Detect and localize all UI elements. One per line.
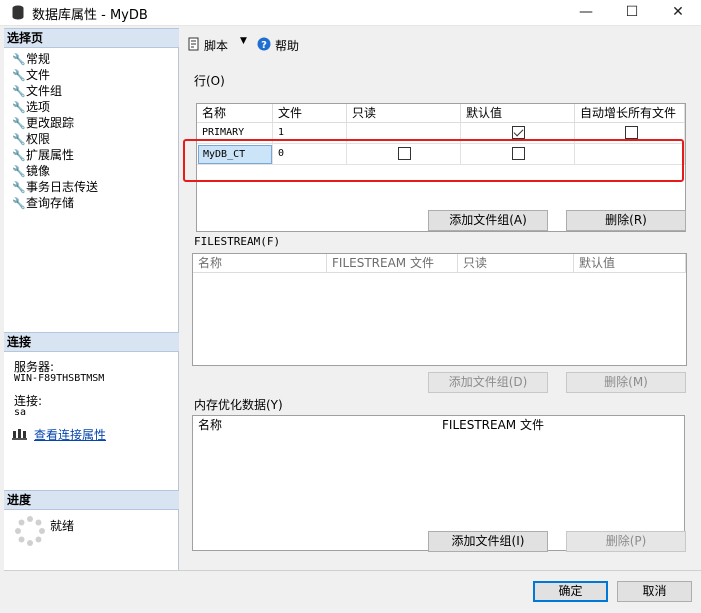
dialog-footer: 确定 取消 — [4, 570, 701, 613]
memory-add-filegroup-button[interactable]: 添加文件组(I) — [428, 531, 548, 552]
progress-status: 就绪 — [50, 519, 75, 533]
page-item-label: 查询存储 — [26, 196, 75, 210]
progress-spinner-icon — [15, 516, 45, 546]
rows-section-label: 行(O) — [194, 74, 225, 88]
rows-col-default[interactable]: 默认值 — [461, 104, 575, 123]
memory-col-files[interactable]: FILESTREAM 文件 — [437, 416, 684, 435]
wrench-icon: 🔧 — [12, 149, 26, 162]
rows-add-filegroup-button[interactable]: 添加文件组(A) — [428, 210, 548, 231]
svg-text:?: ? — [261, 40, 267, 51]
row-primary-autogrow-checkbox[interactable] — [625, 126, 638, 139]
page-item[interactable]: 🔧扩展属性 — [12, 147, 74, 163]
filestream-section-label: FILESTREAM(F) — [194, 235, 281, 248]
cancel-button[interactable]: 取消 — [617, 581, 692, 602]
maximize-button[interactable]: ☐ — [609, 0, 655, 26]
page-item[interactable]: 🔧常规 — [12, 51, 50, 67]
row-primary-default-checkbox[interactable] — [512, 126, 525, 139]
memory-col-name[interactable]: 名称 — [193, 416, 437, 435]
highlight-annotation — [183, 139, 684, 182]
filestream-add-filegroup-button[interactable]: 添加文件组(D) — [428, 372, 548, 393]
help-icon: ? — [257, 37, 271, 51]
page-item[interactable]: 🔧权限 — [12, 131, 50, 147]
wrench-icon: 🔧 — [12, 117, 26, 130]
memory-section-label: 内存优化数据(Y) — [194, 398, 283, 412]
filestream-col-files[interactable]: FILESTREAM 文件 — [327, 254, 458, 273]
server-value: WIN-F89THSBTMSM — [14, 373, 105, 384]
connection-properties-icon — [12, 429, 27, 440]
wrench-icon: 🔧 — [12, 165, 26, 178]
page-item[interactable]: 🔧事务日志传送 — [12, 179, 98, 195]
page-item-label: 事务日志传送 — [26, 180, 99, 194]
progress-header: 进度 — [4, 490, 179, 510]
content-pane: 脚本 ▼ ? 帮助 行(O) 名称 文件 只读 默认值 自动增长所有文件 PRI… — [180, 28, 701, 570]
page-item[interactable]: 🔧文件 — [12, 67, 50, 83]
left-pane: 选择页 🔧常规 🔧文件 🔧文件组 🔧选项 🔧更改跟踪 🔧权限 🔧扩展属性 🔧镜像 🔧事务日志传送… — [4, 28, 179, 570]
page-item[interactable]: 🔧镜像 — [12, 163, 50, 179]
page-item-label: 权限 — [26, 132, 51, 146]
close-button[interactable]: ✕ — [655, 0, 701, 26]
filestream-col-readonly[interactable]: 只读 — [458, 254, 574, 273]
window-title: 数据库属性 - MyDB — [32, 8, 148, 23]
script-button[interactable]: 脚本 — [204, 37, 228, 54]
filestream-col-default[interactable]: 默认值 — [574, 254, 686, 273]
wrench-icon: 🔧 — [12, 85, 26, 98]
wrench-icon: 🔧 — [12, 181, 26, 194]
ok-button[interactable]: 确定 — [533, 581, 608, 602]
page-item[interactable]: 🔧查询存储 — [12, 195, 74, 211]
filestream-grid: 名称 FILESTREAM 文件 只读 默认值 — [192, 253, 687, 366]
page-item-label: 镜像 — [26, 164, 51, 178]
connection-header: 连接 — [4, 332, 179, 352]
page-item-label: 更改跟踪 — [26, 116, 75, 130]
view-connection-properties-link[interactable]: 查看连接属性 — [34, 426, 106, 443]
rows-col-readonly[interactable]: 只读 — [347, 104, 461, 123]
help-button[interactable]: 帮助 — [275, 37, 299, 54]
select-page-header: 选择页 — [4, 28, 179, 48]
wrench-icon: 🔧 — [12, 53, 26, 66]
filestream-col-name[interactable]: 名称 — [193, 254, 327, 273]
rows-col-name[interactable]: 名称 — [197, 104, 273, 123]
rows-col-autogrow[interactable]: 自动增长所有文件 — [575, 104, 685, 123]
wrench-icon: 🔧 — [12, 133, 26, 146]
memory-delete-button[interactable]: 删除(P) — [566, 531, 686, 552]
script-dropdown-arrow-icon[interactable]: ▼ — [240, 36, 247, 46]
page-item-label: 文件组 — [26, 84, 63, 98]
wrench-icon: 🔧 — [12, 101, 26, 114]
wrench-icon: 🔧 — [12, 69, 26, 82]
page-item[interactable]: 🔧选项 — [12, 99, 50, 115]
page-item-label: 选项 — [26, 100, 51, 114]
database-icon — [12, 5, 24, 20]
filestream-delete-button[interactable]: 删除(M) — [566, 372, 686, 393]
page-item[interactable]: 🔧文件组 — [12, 83, 62, 99]
wrench-icon: 🔧 — [12, 197, 26, 210]
page-item[interactable]: 🔧更改跟踪 — [12, 115, 74, 131]
title-bar: 数据库属性 - MyDB — ☐ ✕ — [0, 0, 701, 26]
page-item-label: 扩展属性 — [26, 148, 75, 162]
script-icon — [188, 37, 199, 51]
minimize-button[interactable]: — — [563, 0, 609, 26]
page-item-label: 文件 — [26, 68, 51, 82]
connection-value: sa — [14, 407, 27, 418]
page-item-label: 常规 — [26, 52, 51, 66]
rows-col-files[interactable]: 文件 — [273, 104, 347, 123]
rows-delete-button[interactable]: 删除(R) — [566, 210, 686, 231]
